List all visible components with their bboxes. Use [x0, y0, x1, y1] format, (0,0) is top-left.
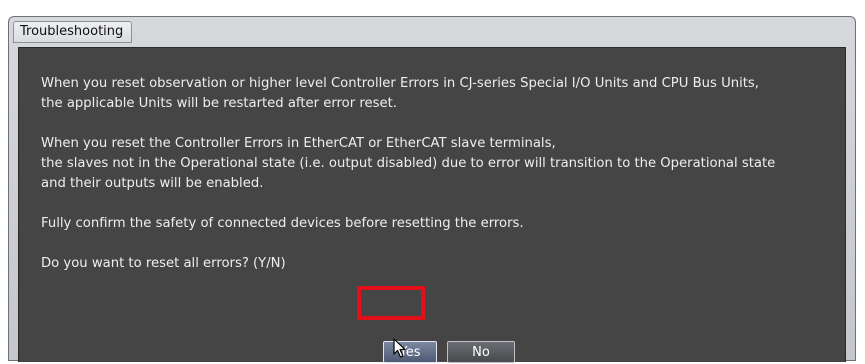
message-line: the applicable Units will be restarted a…: [41, 96, 397, 111]
dialog-content: When you reset observation or higher lev…: [18, 47, 846, 363]
message-line: When you reset the Controller Errors in …: [41, 136, 556, 151]
message-line: When you reset observation or higher lev…: [41, 76, 759, 91]
message-paragraph-safety: Fully confirm the safety of connected de…: [41, 216, 524, 231]
yes-button[interactable]: Yes: [383, 341, 437, 363]
no-button[interactable]: No: [447, 341, 515, 363]
mouse-pointer-icon: [393, 338, 406, 358]
dialog-title: Troubleshooting: [13, 21, 133, 43]
message-paragraph-units-restart: When you reset observation or higher lev…: [41, 74, 831, 114]
message-question: Do you want to reset all errors? (Y/N): [41, 256, 286, 271]
message-line: and their outputs will be enabled.: [41, 176, 264, 191]
message-line: the slaves not in the Operational state …: [41, 156, 776, 171]
dialog-titlebar[interactable]: Troubleshooting: [9, 17, 855, 45]
message-area: When you reset observation or higher lev…: [41, 74, 831, 294]
message-paragraph-ethercat: When you reset the Controller Errors in …: [41, 134, 831, 194]
troubleshooting-dialog: Troubleshooting When you reset observati…: [8, 16, 856, 363]
